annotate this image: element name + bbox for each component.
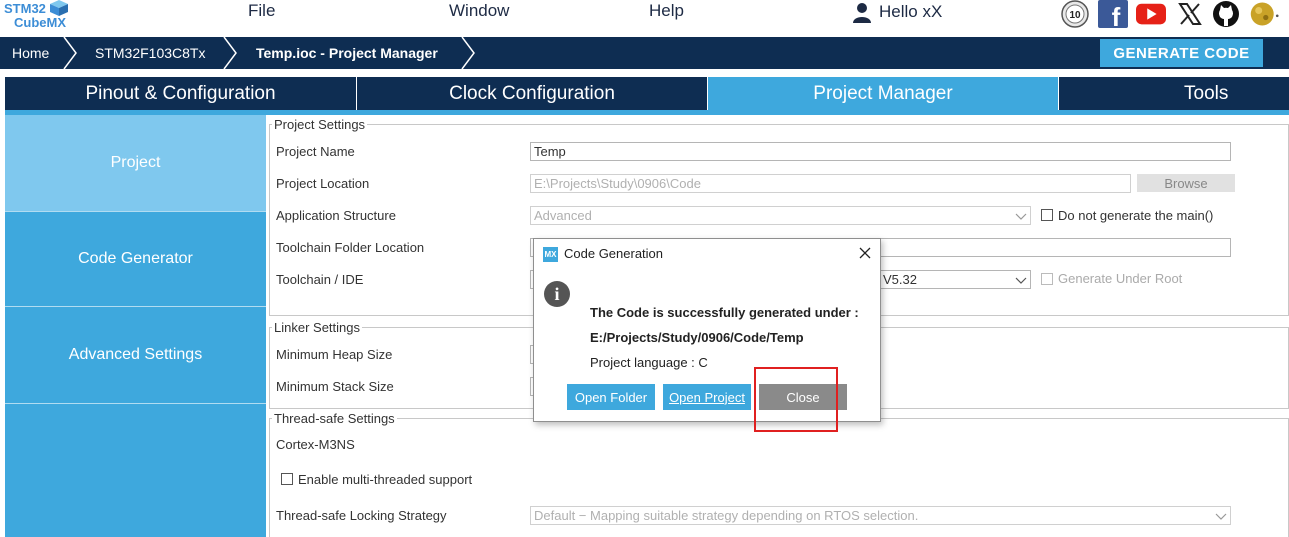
facebook-icon[interactable]: f [1098,0,1128,28]
breadcrumb-device[interactable]: STM32F103C8Tx [95,37,205,69]
generate-under-root-label: Generate Under Root [1058,271,1183,286]
sidebar-item-code-generator[interactable]: Code Generator [5,212,266,306]
application-structure-label: Application Structure [276,208,396,223]
info-icon: i [544,281,570,307]
chevron-down-icon [1015,213,1027,220]
application-structure-value: Advanced [534,208,592,223]
menu-window[interactable]: Window [449,1,509,21]
chevron-right-icon [461,37,475,69]
project-settings-legend: Project Settings [272,117,368,132]
top-menu-bar: STM32 CubeMX File Window Help Hello xX 1… [0,0,1289,37]
stm32cubemx-logo: STM32 CubeMX [4,0,72,37]
chevron-right-icon [223,37,237,69]
do-not-generate-main-label: Do not generate the main() [1058,208,1214,223]
chevron-right-icon [63,37,77,69]
open-project-button[interactable]: Open Project [663,384,751,410]
open-project-label: Open Project [669,389,745,405]
breadcrumb-current[interactable]: Temp.ioc - Project Manager [256,37,438,69]
do-not-generate-main-checkbox[interactable] [1041,209,1053,221]
user-greeting: Hello xX [879,2,943,21]
sidebar-divider [5,403,266,404]
st-community-icon[interactable] [1249,0,1279,28]
multi-threaded-support-label: Enable multi-threaded support [298,472,473,487]
mx-app-icon: MX [543,247,558,262]
multi-threaded-support-checkbox[interactable] [281,473,293,485]
x-twitter-icon[interactable] [1175,0,1205,28]
generated-path: E:/Projects/Study/0906/Code/Temp [590,330,804,345]
svg-text:f: f [1112,2,1121,28]
locking-strategy-select[interactable]: Default − Mapping suitable strategy depe… [530,506,1231,525]
user-menu[interactable]: Hello xX [851,0,942,24]
logo-line2: CubeMX [14,15,66,30]
generate-code-button[interactable]: GENERATE CODE [1100,39,1263,67]
project-name-label: Project Name [276,144,355,159]
close-icon[interactable] [856,244,874,262]
application-structure-select[interactable]: Advanced [530,206,1031,225]
project-location-label: Project Location [276,176,370,191]
toolchain-ide-value: V5.32 [883,272,917,287]
highlight-annotation [754,367,838,432]
linker-settings-legend: Linker Settings [272,320,362,335]
success-message: The Code is successfully generated under… [590,305,859,320]
menu-file[interactable]: File [248,1,275,21]
chevron-down-icon [1215,513,1227,520]
toolchain-ide-label: Toolchain / IDE [276,272,364,287]
menu-help[interactable]: Help [649,1,684,21]
locking-strategy-value: Default − Mapping suitable strategy depe… [534,508,919,523]
sidebar-item-project[interactable]: Project [5,115,266,211]
chevron-down-icon [1015,277,1027,284]
logo-line1: STM32 [4,1,46,16]
open-folder-button[interactable]: Open Folder [567,384,655,410]
breadcrumb: Home STM32F103C8Tx Temp.ioc - Project Ma… [0,37,1289,69]
thread-safe-settings-legend: Thread-safe Settings [272,411,397,426]
generate-under-root-checkbox[interactable] [1041,273,1053,285]
project-name-input[interactable]: Temp [530,142,1231,161]
core-name: Cortex-M3NS [276,437,355,452]
youtube-icon[interactable] [1136,0,1166,28]
locking-strategy-label: Thread-safe Locking Strategy [276,508,447,523]
project-language: Project language : C [590,355,708,370]
tab-clock-configuration[interactable]: Clock Configuration [357,77,707,110]
anniversary-10-icon[interactable]: 10 [1060,0,1090,28]
svg-text:10: 10 [1069,10,1081,21]
project-location-input[interactable]: E:\Projects\Study\0906\Code [530,174,1131,193]
min-stack-size-label: Minimum Stack Size [276,379,394,394]
sidebar-item-advanced-settings[interactable]: Advanced Settings [5,307,266,403]
main-tabs: Pinout & Configuration Clock Configurati… [5,77,1289,110]
dialog-title: Code Generation [564,246,664,261]
cube-icon [50,0,68,16]
tab-project-manager[interactable]: Project Manager [708,77,1058,110]
user-icon [853,3,871,23]
sidebar: Project Code Generator Advanced Settings [5,115,266,537]
tab-pinout-configuration[interactable]: Pinout & Configuration [5,77,356,110]
tab-tools[interactable]: Tools [1059,77,1289,110]
min-heap-size-label: Minimum Heap Size [276,347,393,362]
browse-button[interactable]: Browse [1137,174,1235,192]
toolchain-folder-label: Toolchain Folder Location [276,240,425,255]
breadcrumb-home[interactable]: Home [12,37,49,69]
github-icon[interactable] [1211,0,1241,28]
